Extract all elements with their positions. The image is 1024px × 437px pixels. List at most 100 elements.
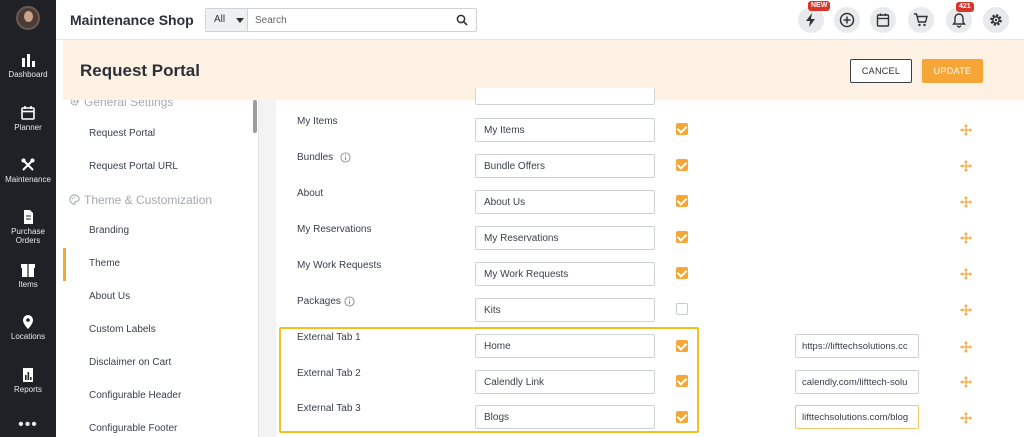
sidebar-item-dashboard[interactable]: Dashboard [0,52,56,79]
tab-name-input[interactable] [475,226,655,250]
tab-label: External Tab 2 [297,368,361,379]
nav-item-theme[interactable]: Theme [89,258,120,269]
search-bar: All [205,8,477,32]
tab-name-input[interactable] [475,334,655,358]
tab-name-input[interactable] [475,405,655,429]
tab-enabled-checkbox[interactable] [676,340,688,352]
section-general-settings: General Settings [69,100,173,109]
sidebar-item-label: Dashboard [8,70,48,79]
sidebar-item-planner[interactable]: Planner [0,105,56,132]
nav-item-branding[interactable]: Branding [89,225,129,236]
update-button[interactable]: UPDATE [922,59,983,83]
search-scope-select[interactable]: All [206,9,248,31]
tab-label: External Tab 3 [297,403,361,414]
drag-handle-icon[interactable] [960,232,972,244]
quick-actions-button[interactable]: NEW [798,1,831,33]
tab-label: My Reservations [297,224,372,235]
nav-item-request-portal[interactable]: Request Portal [89,128,155,139]
section-theme-customization: Theme & Customization [69,193,212,207]
cancel-button[interactable]: CANCEL [850,59,912,83]
settings-nav: General Settings Request Portal Request … [63,100,259,437]
info-icon[interactable] [344,296,355,307]
tools-icon [21,158,35,171]
sidebar-item-reports[interactable]: Reports [0,367,56,394]
tab-enabled-checkbox[interactable] [676,195,688,207]
tab-enabled-checkbox[interactable] [676,231,688,243]
chevron-down-icon [236,18,244,23]
sidebar-item-label: Maintenance [5,175,51,184]
tab-enabled-checkbox[interactable] [676,159,688,171]
avatar[interactable] [16,6,40,30]
nav-item-disclaimer-on-cart[interactable]: Disclaimer on Cart [89,357,171,368]
new-badge: NEW [808,1,831,11]
tab-enabled-checkbox[interactable] [676,123,688,135]
notification-count-badge: 421 [956,2,974,12]
drag-handle-icon[interactable] [960,196,972,208]
drag-handle-icon[interactable] [960,160,972,172]
drag-handle-icon[interactable] [960,268,972,280]
tab-url-input[interactable] [795,405,919,429]
drag-handle-icon[interactable] [960,124,972,136]
map-pin-icon [23,315,33,329]
tab-name-input[interactable] [475,154,655,178]
nav-item-about-us[interactable]: About Us [89,291,130,302]
sidebar-item-maintenance[interactable]: Maintenance [0,157,56,184]
sidebar-item-locations[interactable]: Locations [0,314,56,341]
dashboard-icon [22,54,35,67]
sidebar-item-purchase-orders[interactable]: Purchase Orders [0,209,56,245]
nav-item-configurable-footer[interactable]: Configurable Footer [89,423,177,434]
drag-handle-icon[interactable] [960,304,972,316]
tab-enabled-checkbox[interactable] [676,267,688,279]
drag-handle-icon[interactable] [960,412,972,424]
drag-handle-icon[interactable] [960,376,972,388]
box-icon [21,264,35,277]
tab-name-input[interactable] [475,118,655,142]
calendar-icon [21,106,35,120]
notifications-button[interactable]: 421 [946,2,974,33]
tab-label: Bundles [297,152,334,163]
search-scope-value: All [214,14,226,25]
main-sidebar: Dashboard Planner Maintenance Purchase O… [0,0,56,437]
search-icon[interactable] [456,14,468,26]
top-header: Maintenance Shop All NEW 421 [56,0,1024,40]
tab-label: About [297,188,324,199]
tab-label: External Tab 1 [297,332,361,343]
nav-item-custom-labels[interactable]: Custom Labels [89,324,156,335]
sidebar-item-label: Purchase Orders [11,227,45,245]
drag-handle-icon[interactable] [960,341,972,353]
nav-item-request-portal-url[interactable]: Request Portal URL [89,161,178,172]
active-nav-indicator [63,248,66,281]
sidebar-item-label: Locations [10,332,46,341]
tab-name-input[interactable] [475,190,655,214]
tab-url-input[interactable] [795,334,919,358]
document-icon [24,210,33,224]
palette-icon [69,194,80,205]
tab-label: Packages [297,296,341,307]
tab-enabled-checkbox[interactable] [676,375,688,387]
lightning-icon [806,13,815,27]
sidebar-item-more[interactable]: ••• [0,417,56,433]
nav-scrollbar[interactable] [253,100,257,133]
tab-name-input[interactable] [475,298,655,322]
app-title: Maintenance Shop [70,12,194,28]
add-button[interactable] [834,7,860,33]
tab-enabled-checkbox[interactable] [676,303,688,315]
bell-icon [952,13,966,28]
settings-button[interactable] [983,7,1009,33]
search-input[interactable] [249,9,449,31]
nav-item-configurable-header[interactable]: Configurable Header [89,390,181,401]
sidebar-item-label: Reports [13,385,42,394]
tab-url-input[interactable] [795,370,919,394]
tab-label: My Items [297,116,338,127]
calendar-button[interactable] [870,7,896,33]
cart-button[interactable] [908,7,934,33]
tab-enabled-checkbox[interactable] [676,411,688,423]
tab-name-input[interactable] [475,370,655,394]
sidebar-item-label: Planner [14,123,42,132]
calendar-icon [876,13,890,27]
tab-name-input[interactable] [475,262,655,286]
info-icon[interactable] [340,152,351,163]
tab-name-input-partial[interactable] [475,88,655,105]
page-title: Request Portal [80,61,200,80]
sidebar-item-items[interactable]: Items [0,262,56,289]
